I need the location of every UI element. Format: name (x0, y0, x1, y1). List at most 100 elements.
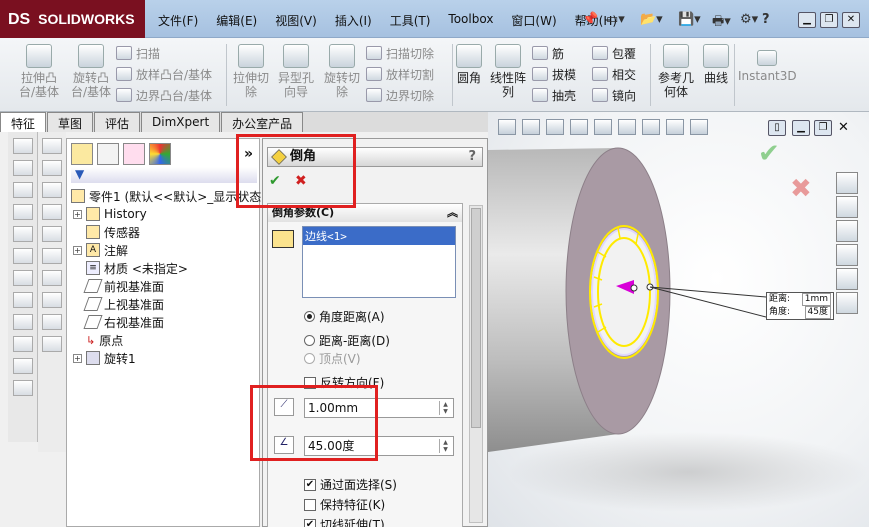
viewport-minimize-icon[interactable]: ▁ (792, 120, 810, 136)
angle-distance-radio[interactable]: 角度距离(A) (304, 308, 385, 325)
toolbar-icon[interactable] (12, 204, 33, 220)
appearance-manager-icon[interactable] (149, 143, 171, 165)
toolbar-icon[interactable] (42, 292, 62, 308)
chamfer-callout[interactable]: 距离: 1mm 角度: 45度 (766, 292, 834, 320)
boundary-cut-button[interactable]: 边界切除 (366, 86, 450, 104)
tab-dimxpert[interactable]: DimXpert (141, 112, 221, 132)
sweep-button[interactable]: 扫描 (116, 44, 226, 62)
home-icon[interactable] (836, 172, 858, 194)
confirm-cancel-icon[interactable]: ✖ (790, 174, 812, 204)
toolbar-icon[interactable] (12, 314, 33, 330)
property-manager-icon[interactable] (97, 143, 119, 165)
toolbar-icon[interactable] (12, 138, 33, 154)
tree-node-right-plane[interactable]: 右视基准面 (73, 313, 188, 331)
collapse-icon[interactable]: ︽ (447, 204, 458, 222)
extruded-boss-button[interactable]: 拉伸凸台/基体 (14, 44, 64, 99)
toolbar-icon[interactable] (42, 248, 62, 264)
callout-angle-value[interactable]: 45度 (804, 306, 831, 319)
fillet-button[interactable]: 圆角 (454, 44, 484, 85)
rib-button[interactable]: 筋 (532, 44, 588, 62)
view-orientation-icon[interactable] (570, 119, 588, 135)
lofted-cut-button[interactable]: 放样切割 (366, 65, 450, 83)
spin-arrows-icon[interactable]: ▲ ▼ (439, 401, 451, 415)
new-document-icon[interactable]: ▭▾ (606, 12, 625, 27)
spin-arrows-icon[interactable]: ▲ ▼ (439, 439, 451, 453)
keep-features-checkbox[interactable]: 保持特征(K) (304, 496, 385, 513)
view-settings-icon[interactable] (690, 119, 708, 135)
view-palette-icon[interactable] (836, 244, 858, 266)
menu-window[interactable]: 窗口(W) (503, 10, 564, 30)
section-view-icon[interactable] (546, 119, 564, 135)
tab-office-products[interactable]: 办公室产品 (221, 112, 304, 132)
appearance-icon[interactable] (642, 119, 660, 135)
custom-properties-icon[interactable] (836, 292, 858, 314)
toolbar-icon[interactable] (12, 358, 33, 374)
tree-node-origin[interactable]: ↳ 原点 (73, 331, 188, 349)
shell-button[interactable]: 抽壳 (532, 86, 588, 104)
scene-icon[interactable] (666, 119, 684, 135)
toolbar-icon[interactable] (42, 160, 62, 176)
save-icon[interactable]: 💾▾ (678, 12, 701, 27)
solidworks-logo[interactable]: DS SOLIDWORKS (0, 0, 145, 38)
tree-node-revolve1[interactable]: + 旋转1 (73, 349, 188, 367)
extruded-cut-button[interactable]: 拉伸切除 (230, 44, 272, 99)
menu-insert[interactable]: 插入(I) (327, 10, 380, 30)
menu-tools[interactable]: 工具(T) (382, 10, 439, 30)
expand-icon[interactable]: + (73, 209, 82, 219)
viewport-restore-icon[interactable]: ❐ (814, 120, 832, 136)
tree-node-sensors[interactable]: 传感器 (73, 223, 188, 241)
toolbar-icon[interactable] (12, 182, 33, 198)
display-style-icon[interactable] (594, 119, 612, 135)
configuration-manager-icon[interactable] (123, 143, 145, 165)
toolbar-icon[interactable] (42, 270, 62, 286)
linear-pattern-button[interactable]: 线性阵列 (486, 44, 530, 99)
selected-edge-item[interactable]: 边线<1> (303, 227, 455, 245)
toolbar-icon[interactable] (42, 182, 62, 198)
curves-button[interactable]: 曲线 (700, 44, 732, 85)
toolbar-icon[interactable] (12, 380, 33, 396)
edge-selection-list[interactable]: 边线<1> (302, 226, 456, 298)
toolbar-icon[interactable] (42, 204, 62, 220)
tangent-propagation-checkbox[interactable]: ✔ 切线延伸(T) (304, 516, 385, 527)
mirror-button[interactable]: 镜向 (592, 86, 648, 104)
menu-edit[interactable]: 编辑(E) (208, 10, 265, 30)
tab-sketch[interactable]: 草图 (47, 112, 94, 132)
close-icon[interactable]: ✕ (842, 12, 860, 28)
toolbar-icon[interactable] (12, 270, 33, 286)
tree-root[interactable]: 零件1 (默认<<默认>_显示状态 (71, 187, 261, 205)
vertex-radio[interactable]: 顶点(V) (304, 350, 361, 367)
scrollbar-thumb[interactable] (471, 208, 481, 428)
pin-icon[interactable]: 📌 (582, 12, 598, 27)
wrap-button[interactable]: 包覆 (592, 44, 648, 62)
toolbar-icon[interactable] (12, 292, 33, 308)
menu-toolbox[interactable]: Toolbox (440, 10, 501, 30)
pm-scrollbar[interactable] (469, 205, 483, 523)
revolved-cut-button[interactable]: 旋转切除 (320, 44, 364, 99)
zoom-to-fit-icon[interactable] (498, 119, 516, 135)
toolbar-icon[interactable] (12, 226, 33, 242)
pm-help-icon[interactable]: ? (468, 148, 476, 166)
help-question-icon[interactable]: ? (762, 12, 770, 27)
viewport-tile-icon[interactable]: ▯ (768, 120, 786, 136)
filter-bar[interactable]: ▼ (71, 167, 257, 183)
select-through-faces-checkbox[interactable]: ✔ 通过面选择(S) (304, 476, 397, 493)
loft-boss-button[interactable]: 放样凸台/基体 (116, 65, 226, 83)
toolbar-icon[interactable] (12, 248, 33, 264)
hole-wizard-button[interactable]: 异型孔向导 (274, 44, 318, 99)
tree-node-material[interactable]: ≡ 材质 <未指定> (73, 259, 188, 277)
design-library-icon[interactable] (836, 196, 858, 218)
toolbar-icon[interactable] (42, 138, 62, 154)
toolbar-icon[interactable] (12, 160, 33, 176)
tree-node-annotations[interactable]: + A 注解 (73, 241, 188, 259)
instant3d-button[interactable]: Instant3D (738, 50, 797, 83)
tree-node-front-plane[interactable]: 前视基准面 (73, 277, 188, 295)
options-icon[interactable]: ⚙▾ (740, 12, 758, 27)
tree-node-top-plane[interactable]: 上视基准面 (73, 295, 188, 313)
toolbar-icon[interactable] (42, 314, 62, 330)
tab-features[interactable]: 特征 (0, 112, 47, 132)
intersect-button[interactable]: 相交 (592, 65, 648, 83)
feature-manager-icon[interactable] (71, 143, 93, 165)
revolved-boss-button[interactable]: 旋转凸台/基体 (66, 44, 116, 99)
open-icon[interactable]: 📂▾ (640, 12, 663, 27)
toolbar-icon[interactable] (42, 226, 62, 242)
